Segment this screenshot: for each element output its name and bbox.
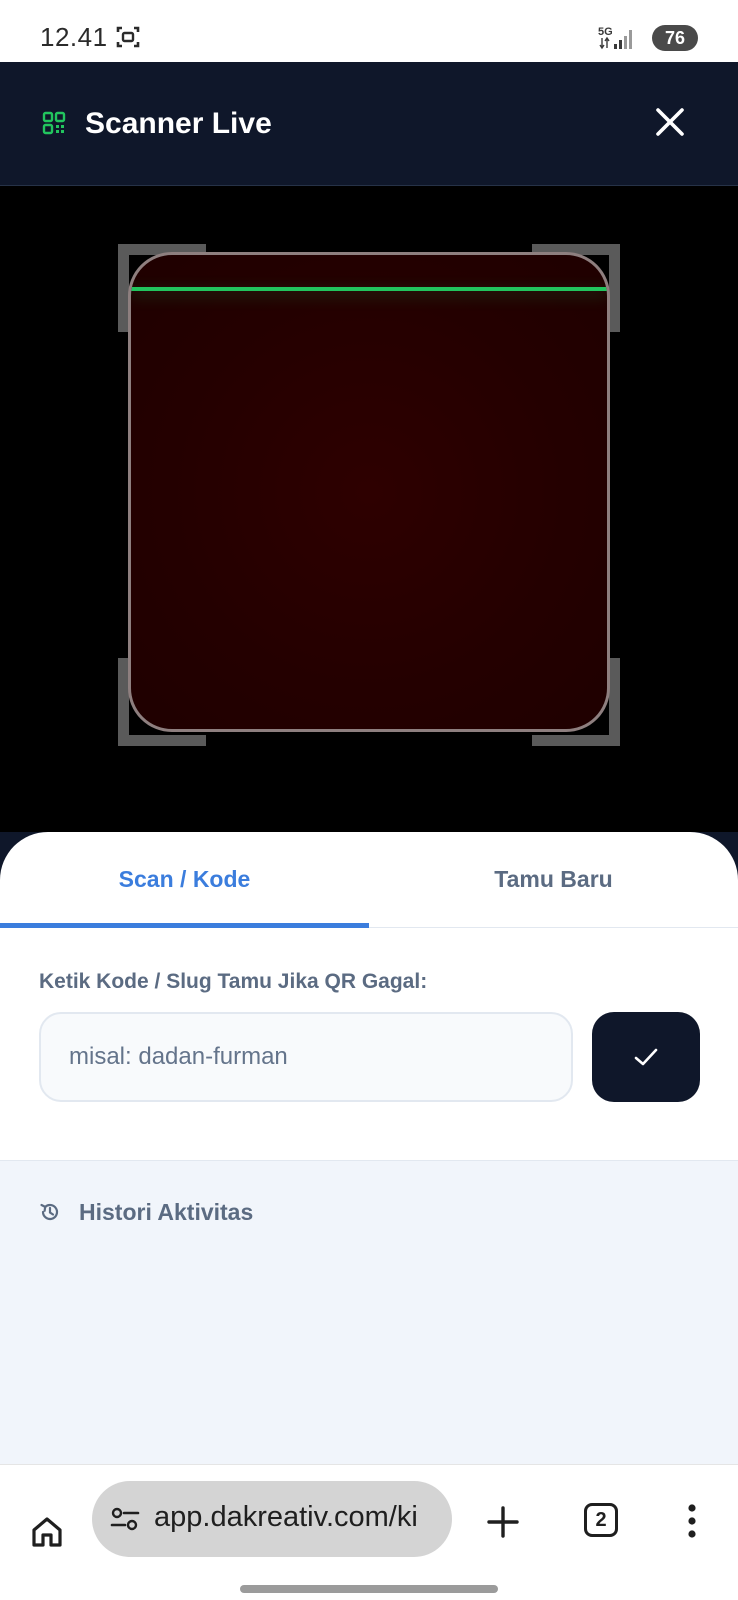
address-bar[interactable]: app.dakreativ.com/ki (92, 1481, 452, 1557)
tab-switcher-button[interactable]: 2 (584, 1503, 618, 1537)
status-bar: 12.41 5G 76 (0, 0, 738, 62)
guest-code-input[interactable] (39, 1012, 573, 1102)
history-section: Histori Aktivitas (0, 1160, 738, 1464)
home-icon[interactable] (30, 1515, 64, 1549)
history-title: Histori Aktivitas (79, 1199, 254, 1225)
check-icon (634, 1048, 658, 1066)
screen-capture-icon (116, 26, 140, 48)
more-vert-icon[interactable] (684, 1503, 700, 1539)
gesture-home-indicator[interactable] (240, 1585, 498, 1593)
bottom-sheet: Scan / Kode Tamu Baru Ketik Kode / Slug … (0, 832, 738, 1464)
active-tab-indicator (0, 923, 369, 928)
scan-area (128, 252, 610, 732)
app-header: Scanner Live (0, 62, 738, 186)
close-icon[interactable] (651, 103, 689, 141)
submit-code-button[interactable] (592, 1012, 700, 1102)
network-type: 5G (598, 26, 613, 38)
tab-tamu-baru[interactable]: Tamu Baru (369, 832, 738, 928)
site-settings-icon[interactable] (110, 1505, 140, 1533)
history-icon (40, 1203, 59, 1221)
qr-code-icon (42, 111, 66, 135)
signal-icon: 5G (598, 26, 632, 50)
page-title: Scanner Live (85, 107, 272, 140)
camera-viewfinder (0, 186, 738, 832)
tab-scan-kode[interactable]: Scan / Kode (0, 832, 369, 928)
battery-level: 76 (652, 25, 698, 51)
plus-icon[interactable] (486, 1505, 520, 1539)
manual-code-label: Ketik Kode / Slug Tamu Jika QR Gagal: (39, 970, 428, 993)
tab-bar: Scan / Kode Tamu Baru (0, 832, 738, 928)
status-time: 12.41 (40, 22, 108, 52)
url-text: app.dakreativ.com/ki (154, 1501, 418, 1533)
browser-toolbar: app.dakreativ.com/ki 2 (0, 1464, 738, 1600)
scan-line (131, 287, 607, 291)
